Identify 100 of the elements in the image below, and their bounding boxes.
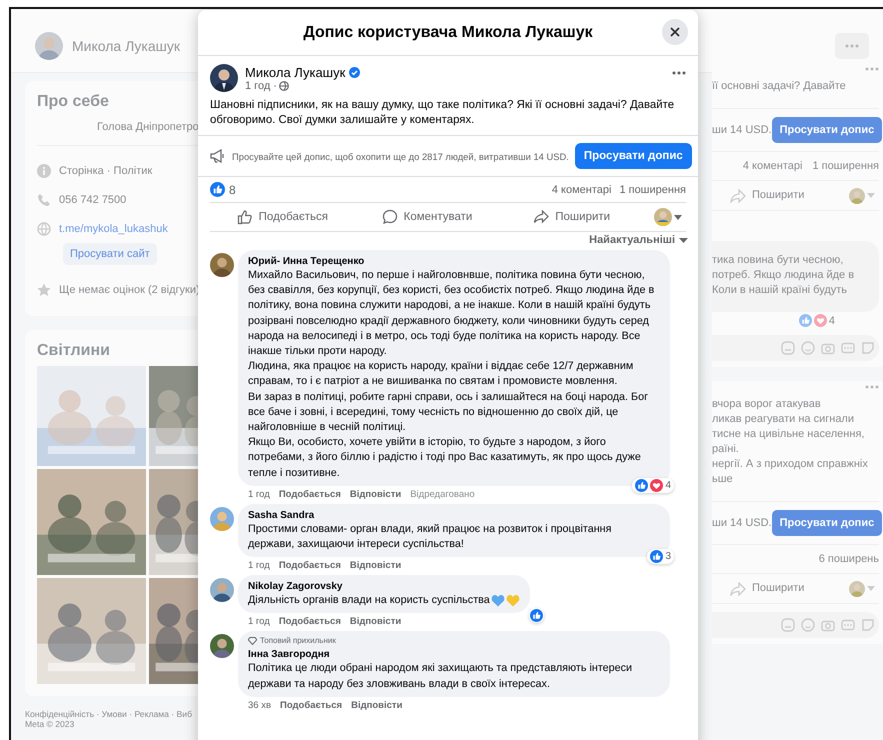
comment-text: Ви зараз в політиці, робите гарні справи, ось і залишайтеся на боці народа. Бог все баче і зовні, і всередині, тому чесність по відношенню до своїх дій, це найголовніше в чесній політиці.: [248, 390, 650, 436]
globe-icon: [278, 80, 289, 90]
post-text: Шановні підписники, як на вашу думку, що таке політика? Які її основні задачі? Давайте обговоримо. Свої думки залишайте у коментарях.: [198, 92, 698, 136]
heart-icon: [490, 594, 505, 608]
post-stat[interactable]: 6 поширень: [818, 553, 879, 565]
avatar: [210, 506, 234, 531]
diamond-icon: [248, 636, 257, 645]
share-button[interactable]: Поширити: [712, 580, 810, 597]
promote-post-button[interactable]: Просувати допис: [574, 143, 692, 169]
comment-action[interactable]: Подобається: [278, 616, 341, 628]
comment-action[interactable]: Подобається: [278, 488, 341, 500]
like-icon: [530, 609, 543, 622]
share-button[interactable]: Поширити: [712, 187, 810, 204]
comment-input[interactable]: [712, 335, 879, 361]
sticker-icon[interactable]: [781, 341, 795, 355]
comment-text: потреб. Якщо людина йде в: [712, 268, 856, 283]
comment-text: Політика це люди обрані народом які захищають та представляють інтереси держави та народу без зловживань влади в своїх інтересах.: [248, 661, 634, 692]
comment-action[interactable]: Подобається: [278, 560, 341, 572]
love-icon: [814, 314, 827, 327]
promo-text: ши 14 USD.: [712, 122, 772, 138]
emoji-icon[interactable]: [801, 618, 815, 632]
info-text: Сторінка · Політик: [59, 164, 152, 176]
comment-time[interactable]: 36 хв: [248, 700, 272, 711]
like-icon: [635, 478, 648, 492]
sort-dropdown[interactable]: Найактуальніші: [587, 232, 690, 248]
globe-icon: [37, 222, 51, 236]
commenter-name[interactable]: Nikolay Zagorovsky: [248, 580, 520, 594]
post-time[interactable]: 1 год ·: [245, 80, 277, 92]
commenter-name[interactable]: Юрий- Инна Терещенко: [248, 255, 660, 268]
avatar: [654, 208, 672, 226]
comment-icon: [382, 209, 398, 225]
commenter-name[interactable]: Sasha Sandra: [248, 508, 660, 522]
comment-button[interactable]: Коментувати: [354, 206, 500, 228]
like-icon: [798, 314, 812, 327]
avatar: [210, 64, 238, 92]
close-icon: [669, 26, 681, 38]
sticker-icon[interactable]: [861, 618, 875, 632]
like-icon: [210, 182, 225, 197]
close-button[interactable]: [662, 19, 688, 45]
gif-icon[interactable]: [841, 341, 855, 355]
info-text: 056 742 7500: [59, 194, 126, 206]
reaction-count: 4: [828, 314, 835, 326]
phone-icon: [37, 192, 51, 206]
avatar: [849, 188, 865, 204]
section-title: Світлини: [37, 342, 111, 360]
comment-input[interactable]: [712, 612, 879, 638]
megaphone-icon: [210, 149, 226, 163]
caret-icon: [674, 214, 682, 220]
commenter-name[interactable]: Інна Завгородня: [248, 648, 660, 662]
comment-text: Михайло Васильович, по перше і найголовнвше, політика повина бути чесною, без свавілля, без корупції, без користі, без особистіх потреб. Якщо людина йде в політику, вона повина служити народові, а не інакше. Коли в нашій країні будуть розірвані повселюдно крадії державного бюджету, коли чиновники будуть серед народа на велосипеді і в метро, ось тоді буде політика на користь народу. Все інакше тільки проти народу.: [248, 268, 656, 360]
comment-action[interactable]: Відповісти: [350, 560, 402, 572]
avatar: [210, 253, 234, 277]
promote-post-button[interactable]: Просувати допис: [772, 117, 882, 143]
like-button[interactable]: Подобається: [210, 206, 355, 228]
thumb-up-icon: [236, 209, 253, 225]
reaction-summary[interactable]: [528, 608, 544, 624]
camera-icon[interactable]: [821, 341, 835, 355]
promote-post-button[interactable]: Просувати допис: [772, 510, 882, 536]
avatar: [849, 580, 865, 596]
post-stat[interactable]: 4 коментарі: [552, 184, 612, 196]
comment-text: Коли в нашій країні будуть: [712, 283, 848, 298]
more-icon[interactable]: [672, 71, 686, 75]
share-button[interactable]: Поширити: [499, 206, 644, 228]
comment-action[interactable]: Відповісти: [350, 488, 402, 500]
post-stat[interactable]: 1 поширення: [812, 160, 879, 172]
comment-time[interactable]: 1 год: [248, 560, 270, 572]
emoji-icon[interactable]: [801, 341, 815, 355]
comment-action[interactable]: Відповісти: [350, 616, 402, 628]
love-icon: [650, 478, 664, 492]
badge-text: Топовий прихильник: [260, 636, 336, 646]
comment-time[interactable]: 1 год: [248, 488, 270, 500]
comment-text: тика повина бути чесною,: [712, 253, 844, 268]
post-text: ликав реагувати на сигнали: [712, 412, 855, 427]
like-count[interactable]: 8: [229, 182, 236, 196]
sticker-icon[interactable]: [781, 618, 795, 632]
promo-text: Просувайте цей допис, щоб охопити ще до 2817 людей, витративши 14 USD.: [232, 150, 569, 162]
edited-label: Відредаговано: [410, 488, 475, 500]
post-stat[interactable]: 1 поширення: [619, 184, 686, 196]
comment-time[interactable]: 1 год: [248, 616, 270, 628]
more-button[interactable]: [835, 32, 869, 58]
avatar: [210, 578, 234, 602]
caret-icon: [679, 238, 688, 242]
comment-text: Людина, яка працює на користь народу, країни і віддає себе 12/7 державним справам, то і є патріот а не вишиванка по святам і промовисте мовлення.: [248, 359, 634, 390]
caret-icon: [867, 193, 875, 198]
comment-action[interactable]: Подобається: [280, 700, 342, 711]
promote-site-button[interactable]: Просувати сайт: [63, 243, 157, 265]
camera-icon[interactable]: [821, 618, 835, 632]
section-title: Про себе: [37, 93, 110, 111]
post-text: ьше: [712, 472, 734, 487]
reaction-summary[interactable]: 4: [632, 478, 674, 493]
post-stat[interactable]: 4 коментарі: [742, 160, 802, 172]
author-name[interactable]: Микола Лукашук: [245, 64, 346, 80]
comment-action[interactable]: Відповісти: [351, 700, 402, 711]
share-icon: [533, 209, 550, 225]
post-text: раїні.: [712, 442, 740, 457]
sticker-icon[interactable]: [861, 341, 875, 355]
reaction-summary[interactable]: 3: [647, 549, 674, 564]
caret-icon: [867, 586, 875, 591]
heart-icon: [506, 594, 520, 608]
gif-icon[interactable]: [841, 618, 855, 632]
